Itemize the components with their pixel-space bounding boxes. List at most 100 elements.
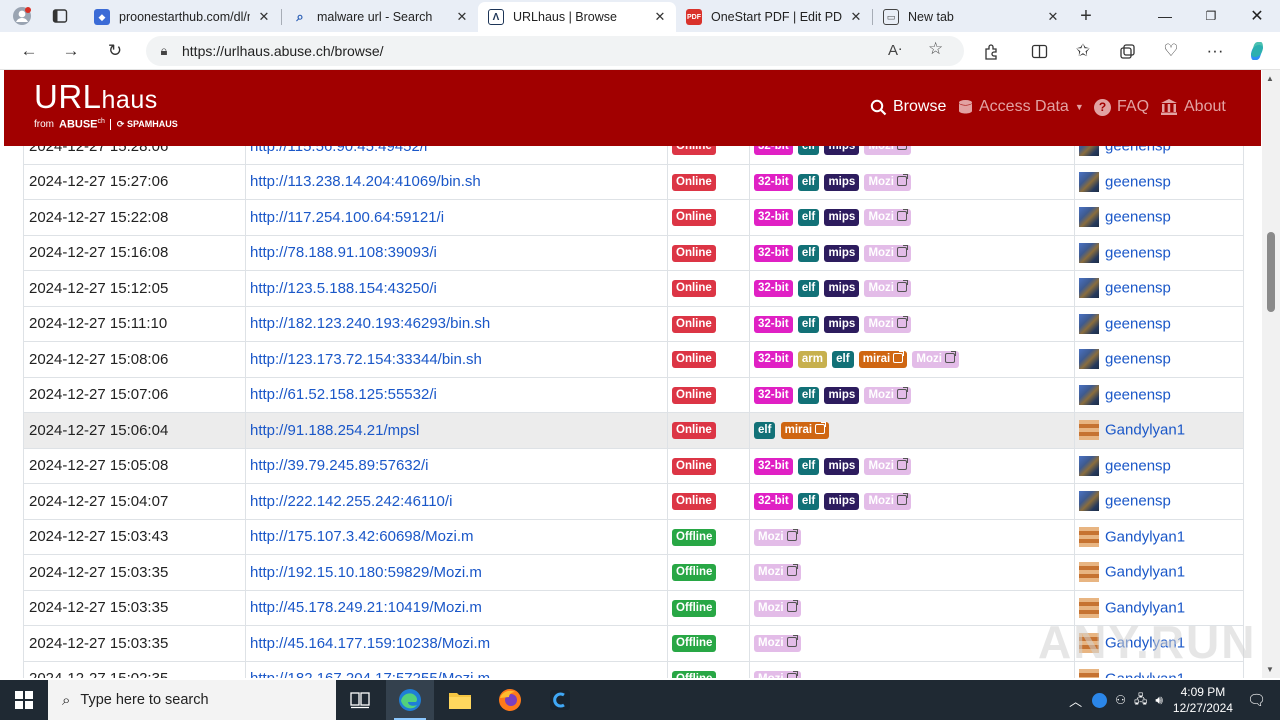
tag-badge[interactable]: elf [797,457,820,475]
tag-badge[interactable]: mips [824,244,860,262]
copilot-icon[interactable] [1242,36,1272,66]
forward-icon[interactable]: → [56,36,86,66]
tag-badge[interactable]: 32-bit [754,173,793,191]
external-link-icon[interactable] [897,209,909,222]
tab-new-tab[interactable]: ▭ New tab ✕ [873,2,1069,32]
restore-icon[interactable]: ❐ [1188,0,1234,32]
tag-badge[interactable]: elf [797,280,820,298]
tag-badge[interactable]: Mozi [864,209,912,227]
malware-url-link[interactable]: http://175.107.3.42:60698/Mozi.m [250,528,473,545]
reporter-link[interactable]: geenensp [1105,280,1171,297]
tab-actions-icon[interactable] [42,0,78,32]
reporter-link[interactable]: geenensp [1105,386,1171,403]
nav-access-data[interactable]: Access Data ▼ [958,98,1084,116]
window-close-icon[interactable]: ✕ [1234,0,1280,32]
reporter-link[interactable]: Gandylyan1 [1105,599,1185,616]
nav-faq[interactable]: ? FAQ [1094,98,1149,116]
external-link-icon[interactable] [897,173,909,186]
reporter-link[interactable]: geenensp [1105,351,1171,368]
tag-badge[interactable]: Mozi [864,244,912,262]
external-link-icon[interactable] [897,493,909,506]
close-tab-icon[interactable]: ✕ [1045,9,1061,25]
external-link-icon[interactable] [897,244,909,257]
reporter-link[interactable]: geenensp [1105,173,1171,190]
tag-badge[interactable]: 32-bit [754,386,793,404]
malware-url-link[interactable]: http://45.178.249.21:10419/Mozi.m [250,599,482,616]
malware-url-link[interactable]: http://117.254.100.64:59121/i [250,209,444,226]
scroll-up-icon[interactable]: ▲ [1266,74,1274,83]
tag-badge[interactable]: elf [797,173,820,191]
browser-essentials-icon[interactable]: ♡ [1156,36,1186,66]
split-screen-icon[interactable] [1024,36,1054,66]
collections-icon[interactable] [1112,36,1142,66]
file-explorer-icon[interactable] [436,680,484,720]
task-view-icon[interactable] [336,680,384,720]
tag-badge[interactable]: elf [832,351,854,369]
tab-malware-search[interactable]: ⌕ malware url - Search ✕ [282,2,478,32]
people-icon[interactable]: ⚇ [1115,693,1126,707]
tag-badge[interactable]: 32-bit [754,280,793,298]
tag-badge[interactable]: mips [824,386,860,404]
reporter-link[interactable]: Gandylyan1 [1105,670,1185,678]
minimize-icon[interactable]: — [1142,0,1188,32]
external-link-icon[interactable] [786,528,798,541]
tag-badge[interactable]: Mozi [754,599,801,617]
tag-badge[interactable]: Mozi [754,564,801,582]
scroll-down-icon[interactable]: ▼ [1266,665,1274,674]
nav-browse[interactable]: Browse [870,98,946,116]
tag-badge[interactable]: mips [824,280,860,298]
tag-badge[interactable]: 32-bit [754,209,793,227]
tag-badge[interactable]: 32-bit [754,315,793,333]
reporter-link[interactable]: geenensp [1105,244,1171,261]
profile-icon[interactable] [4,0,40,32]
tag-badge[interactable]: 32-bit [754,493,793,511]
external-link-icon[interactable] [786,564,798,577]
url-text[interactable]: https://urlhaus.abuse.ch/browse/ [182,43,384,59]
clock[interactable]: 4:09 PM 12/27/2024 [1173,684,1233,716]
external-link-icon[interactable] [897,280,909,293]
tag-badge[interactable]: Mozi [754,635,801,653]
urlhaus-logo[interactable]: URLhaus [34,78,158,116]
tag-badge[interactable]: elf [797,209,820,227]
tag-badge[interactable]: mips [824,173,860,191]
close-tab-icon[interactable]: ✕ [652,9,668,25]
network-icon[interactable]: 🖧︎ [1134,690,1147,711]
tag-badge[interactable]: mirai [780,422,830,440]
tag-badge[interactable]: elf [754,422,776,440]
new-tab-button[interactable]: + [1068,0,1104,32]
close-tab-icon[interactable]: ✕ [454,9,470,25]
tag-badge[interactable]: elf [797,244,820,262]
malware-url-link[interactable]: http://182.167.204.17:57255/Mozi.m [250,670,490,678]
malware-url-link[interactable]: http://45.164.177.159:10238/Mozi.m [250,635,490,652]
reporter-link[interactable]: geenensp [1105,315,1171,332]
tag-badge[interactable]: mips [824,457,860,475]
external-link-icon[interactable] [897,386,909,399]
reporter-link[interactable]: geenensp [1105,457,1171,474]
edge-taskbar-icon[interactable] [386,680,434,720]
external-link-icon[interactable] [897,457,909,470]
external-link-icon[interactable] [944,351,956,364]
malware-url-link[interactable]: http://182.123.240.193:46293/bin.sh [250,315,490,332]
reporter-link[interactable]: Gandylyan1 [1105,422,1185,439]
tag-badge[interactable]: mips [824,493,860,511]
malware-url-link[interactable]: http://123.173.72.154:33344/bin.sh [250,351,482,368]
tag-badge[interactable]: 32-bit [754,457,793,475]
back-icon[interactable]: ← [14,36,44,66]
taskbar-search-box[interactable]: ⌕ Type here to search [48,680,336,720]
reporter-link[interactable]: Gandylyan1 [1105,528,1185,545]
tag-badge[interactable]: 32-bit [754,351,793,369]
tag-badge[interactable]: Mozi [754,528,801,546]
tag-badge[interactable]: elf [797,493,820,511]
nav-about[interactable]: About [1160,98,1226,116]
malware-url-link[interactable]: http://222.142.255.242:46110/i [250,493,452,510]
reporter-link[interactable]: Gandylyan1 [1105,564,1185,581]
app-c-icon[interactable] [536,680,584,720]
reporter-link[interactable]: geenensp [1105,493,1171,510]
tag-badge[interactable]: Mozi [864,386,912,404]
close-tab-icon[interactable]: ✕ [256,9,272,25]
tag-badge[interactable]: 32-bit [754,244,793,262]
external-link-icon[interactable] [786,635,798,648]
tab-onestart-pdf[interactable]: PDF OneStart PDF | Edit PDF ✕ [676,2,872,32]
external-link-icon[interactable] [786,670,798,678]
malware-url-link[interactable]: http://91.188.254.21/mpsl [250,422,419,439]
